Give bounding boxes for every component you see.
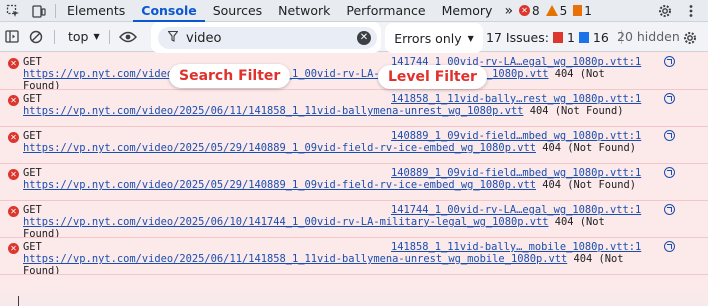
console-messages: ✕ GET https://vp.nyt.com/video/2025/06/1… (0, 53, 708, 275)
error-count: 8 (532, 3, 540, 18)
log-level-dropdown[interactable]: Errors only ▼ (391, 27, 477, 49)
log-status: 404 (Not Found) (535, 142, 637, 154)
issues-info-count: 16 (592, 29, 609, 45)
dropdown-icon: ▼ (93, 32, 100, 41)
issue-info-icon (578, 31, 589, 43)
sidebar-toggle-icon[interactable] (0, 26, 24, 48)
log-status-cont: Found) (23, 228, 61, 238)
log-level-label: Errors only (394, 30, 462, 46)
settings-icon[interactable] (683, 30, 697, 49)
log-url[interactable]: https://vp.nyt.com/video/2025/06/11/1418… (23, 105, 523, 117)
log-status: 404 (Not Found) (535, 179, 637, 191)
search-filter-callout: Search Filter (169, 64, 291, 88)
log-url[interactable]: https://vp.nyt.com/video/2025/05/29/1408… (23, 179, 536, 191)
error-icon: ✕ (8, 243, 19, 254)
divider (54, 29, 55, 44)
issue-error-icon (552, 31, 563, 43)
tab-performance[interactable]: Performance (338, 0, 433, 22)
log-row[interactable]: ✕ GET https://vp.nyt.com/video/2025/06/1… (0, 201, 708, 238)
log-source-link[interactable]: 141744_1_00vid-rv-LA…egal_wg_1080p.vtt:1 (391, 204, 655, 216)
level-filter-callout: Level Filter (378, 65, 487, 89)
log-source-link[interactable]: 141858_1_11vid-bally…rest_wg_1080p.vtt:1 (391, 93, 655, 105)
more-tabs-button[interactable]: » (500, 0, 517, 22)
more-icon[interactable] (678, 0, 704, 22)
error-icon: ✕ (8, 95, 19, 106)
log-status: 404 (Not Found) (523, 105, 624, 117)
hidden-count: 20 hidden (617, 29, 680, 44)
error-icon: ✕ (8, 58, 19, 69)
message-counts[interactable]: ✕ 8 5 1 (519, 4, 596, 18)
context-selector[interactable]: top ▼ (58, 29, 106, 44)
error-icon: ✕ (519, 5, 531, 16)
issues-label: 17 Issues: (486, 29, 549, 45)
devtools-tabbar: Elements Console Sources Network Perform… (0, 0, 708, 22)
issues-button[interactable]: 17 Issues: 1 16 (486, 22, 625, 52)
clear-console-icon[interactable] (24, 26, 48, 48)
info-icon (573, 5, 583, 16)
reveal-icon[interactable] (664, 130, 675, 141)
log-row[interactable]: ✕ GET https://vp.nyt.com/video/2025/06/1… (0, 238, 708, 275)
tab-network[interactable]: Network (270, 0, 338, 22)
filter-field[interactable]: ✕ (158, 27, 377, 49)
device-toggle-icon[interactable] (26, 0, 52, 22)
reveal-icon[interactable] (664, 204, 675, 215)
error-icon: ✕ (8, 169, 19, 180)
log-row[interactable]: ✕ GET https://vp.nyt.com/video/2025/05/2… (0, 164, 708, 201)
info-count: 1 (584, 3, 592, 18)
reveal-icon[interactable] (664, 56, 675, 67)
eye-icon[interactable] (113, 26, 143, 48)
reveal-icon[interactable] (664, 167, 675, 178)
tab-memory[interactable]: Memory (434, 0, 501, 22)
log-status-cont: Found) (23, 265, 61, 275)
error-icon: ✕ (8, 206, 19, 217)
log-url[interactable]: https://vp.nyt.com/video/2025/06/11/1418… (23, 253, 567, 265)
context-label: top (68, 29, 89, 44)
log-row[interactable]: ✕ GET https://vp.nyt.com/video/2025/06/1… (0, 53, 708, 90)
log-source-link[interactable]: 140889_1_09vid-field…mbed_wg_1080p.vtt:1 (391, 130, 655, 142)
log-url[interactable]: https://vp.nyt.com/video/2025/06/10/1417… (23, 216, 548, 228)
issues-error-count: 1 (566, 29, 575, 45)
tab-elements[interactable]: Elements (59, 0, 133, 22)
log-status-cont: Found) (23, 80, 61, 90)
divider (55, 3, 56, 18)
settings-icon[interactable] (652, 0, 678, 22)
log-url[interactable]: https://vp.nyt.com/video/2025/05/29/1408… (23, 142, 536, 154)
tab-sources[interactable]: Sources (205, 0, 270, 22)
log-row[interactable]: ✕ GET https://vp.nyt.com/video/2025/06/1… (0, 90, 708, 127)
filter-icon (167, 30, 179, 46)
log-source-link[interactable]: 141858_1_11vid-bally…_mobile_1080p.vtt:1 (391, 241, 655, 253)
log-row[interactable]: ✕ GET https://vp.nyt.com/video/2025/05/2… (0, 127, 708, 164)
clear-icon[interactable]: ✕ (357, 31, 371, 45)
warning-icon (545, 5, 558, 16)
console-prompt-area[interactable] (0, 292, 708, 306)
log-source-link[interactable]: 140889_1_09vid-field…mbed_wg_1080p.vtt:1 (391, 167, 655, 179)
tab-console[interactable]: Console (133, 0, 205, 22)
reveal-icon[interactable] (664, 93, 675, 104)
divider (108, 29, 110, 44)
inspect-icon[interactable] (0, 0, 26, 22)
filter-input[interactable] (186, 30, 357, 46)
console-prompt-cursor (18, 296, 19, 306)
log-status: 404 (Not (548, 216, 605, 228)
reveal-icon[interactable] (664, 241, 675, 252)
dropdown-icon: ▼ (467, 33, 474, 43)
error-icon: ✕ (8, 132, 19, 143)
warning-count: 5 (559, 3, 568, 18)
log-status: 404 (Not (567, 253, 624, 265)
log-status: 404 (Not (548, 68, 605, 80)
